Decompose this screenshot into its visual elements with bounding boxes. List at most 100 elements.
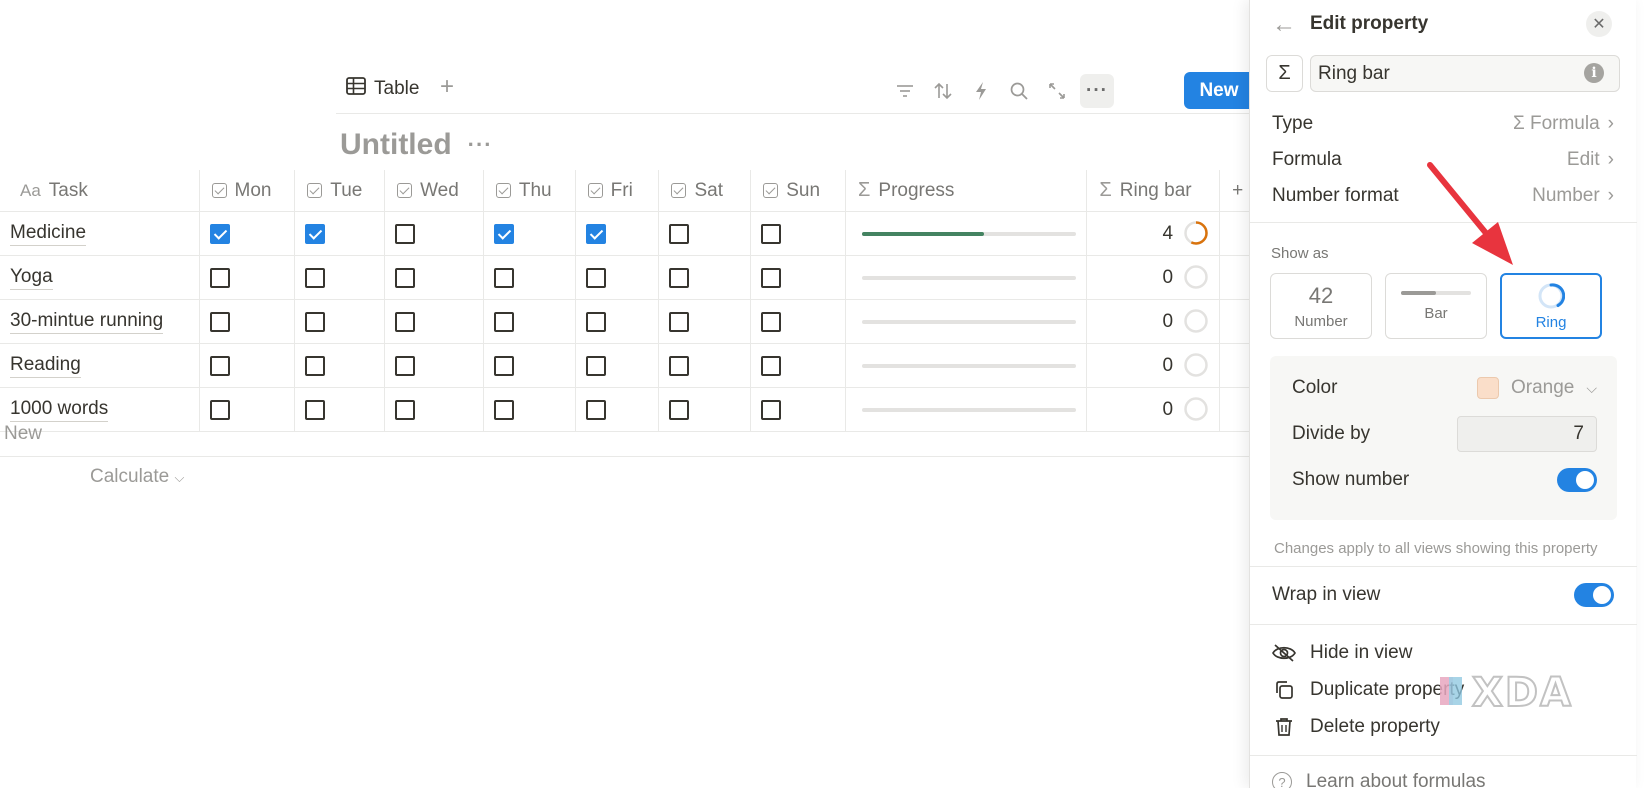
expand-icon[interactable] [1040, 74, 1074, 108]
color-label: Color [1292, 377, 1338, 398]
number-format-row[interactable]: Number format Number › [1272, 181, 1614, 211]
view-toolbar: Table + ··· New [336, 66, 1254, 114]
day-checkbox[interactable] [209, 399, 230, 420]
day-checkbox[interactable] [395, 223, 416, 244]
color-row[interactable]: Color Orange ⌵ [1292, 370, 1597, 406]
day-checkbox[interactable] [209, 267, 230, 288]
automation-icon[interactable] [964, 74, 998, 108]
database-title-area: Untitled ··· [340, 128, 493, 162]
day-checkbox[interactable] [669, 267, 690, 288]
new-row-button[interactable]: New [4, 423, 42, 445]
day-checkbox[interactable] [395, 399, 416, 420]
property-name-input[interactable] [1310, 55, 1620, 92]
back-arrow-icon[interactable]: ← [1272, 11, 1296, 39]
duplicate-property-button[interactable]: Duplicate property [1272, 675, 1464, 705]
day-checkbox[interactable] [209, 311, 230, 332]
day-checkbox[interactable] [493, 223, 514, 244]
more-options-icon[interactable]: ··· [1080, 74, 1114, 108]
tab-table-view[interactable]: Table [346, 76, 419, 102]
task-cell[interactable]: Reading [0, 344, 200, 387]
close-icon[interactable]: ✕ [1586, 11, 1612, 37]
show-number-toggle[interactable] [1557, 468, 1597, 492]
day-checkbox[interactable] [305, 267, 326, 288]
column-header-sun[interactable]: Sun [751, 170, 847, 211]
table-row: Medicine 4 [0, 212, 1250, 256]
day-checkbox[interactable] [761, 267, 782, 288]
day-checkbox[interactable] [585, 267, 606, 288]
hide-in-view-button[interactable]: Hide in view [1272, 638, 1412, 668]
task-cell[interactable]: 30-mintue running [0, 300, 200, 343]
day-checkbox[interactable] [669, 399, 690, 420]
ring-progress-icon [1184, 397, 1208, 421]
xda-logo-icon [1440, 673, 1466, 713]
day-cell [751, 388, 847, 431]
option-label: Number [1294, 312, 1348, 330]
day-checkbox[interactable] [761, 311, 782, 332]
day-checkbox[interactable] [669, 355, 690, 376]
day-checkbox[interactable] [761, 355, 782, 376]
day-checkbox[interactable] [493, 311, 514, 332]
ring-progress-icon [1184, 353, 1208, 377]
day-cell [484, 344, 576, 387]
day-checkbox[interactable] [669, 223, 690, 244]
title-menu-icon[interactable]: ··· [468, 132, 493, 158]
show-as-bar-option[interactable]: Bar [1385, 273, 1487, 339]
wrap-in-view-toggle[interactable] [1574, 583, 1614, 607]
table-row: Yoga 0 [0, 256, 1250, 300]
divide-by-row: Divide by 7 [1292, 416, 1597, 452]
day-checkbox[interactable] [585, 311, 606, 332]
show-as-ring-option[interactable]: Ring [1500, 273, 1602, 339]
column-header-task[interactable]: Aa Task [0, 170, 200, 211]
column-header-fri[interactable]: Fri [576, 170, 660, 211]
day-checkbox[interactable] [761, 399, 782, 420]
day-checkbox[interactable] [305, 311, 326, 332]
add-column-button[interactable]: + [1220, 170, 1250, 211]
day-checkbox[interactable] [493, 399, 514, 420]
column-header-mon[interactable]: Mon [200, 170, 296, 211]
type-row[interactable]: Type Σ Formula › [1272, 109, 1614, 139]
panel-title: Edit property [1310, 13, 1429, 34]
day-checkbox[interactable] [305, 355, 326, 376]
add-view-button[interactable]: + [440, 73, 454, 101]
column-header-progress[interactable]: Σ Progress [846, 170, 1088, 211]
show-as-number-option[interactable]: 42 Number [1270, 273, 1372, 339]
day-checkbox[interactable] [395, 267, 416, 288]
divide-by-input[interactable]: 7 [1457, 416, 1597, 452]
day-checkbox[interactable] [395, 355, 416, 376]
day-checkbox[interactable] [761, 223, 782, 244]
calculate-button[interactable]: Calculate ⌵ [90, 466, 184, 488]
property-type-icon-button[interactable]: Σ [1266, 55, 1303, 92]
day-checkbox[interactable] [305, 399, 326, 420]
column-header-tue[interactable]: Tue [295, 170, 386, 211]
task-cell[interactable]: Yoga [0, 256, 200, 299]
task-cell[interactable]: Medicine [0, 212, 200, 255]
ring-bar-cell: 4 [1087, 212, 1221, 255]
database-title[interactable]: Untitled [340, 128, 452, 162]
column-header-sat[interactable]: Sat [659, 170, 752, 211]
learn-formulas-link[interactable]: ? Learn about formulas [1272, 771, 1486, 788]
day-checkbox[interactable] [669, 311, 690, 332]
sort-icon[interactable] [926, 74, 960, 108]
search-icon[interactable] [1002, 74, 1036, 108]
day-cell [295, 388, 386, 431]
filter-icon[interactable] [888, 74, 922, 108]
day-cell [295, 300, 386, 343]
day-checkbox[interactable] [493, 267, 514, 288]
day-checkbox[interactable] [585, 399, 606, 420]
day-checkbox[interactable] [209, 355, 230, 376]
info-icon[interactable]: i [1584, 63, 1604, 83]
delete-property-button[interactable]: Delete property [1272, 712, 1440, 742]
formula-row[interactable]: Formula Edit › [1272, 145, 1614, 175]
day-checkbox[interactable] [585, 223, 606, 244]
day-checkbox[interactable] [395, 311, 416, 332]
day-checkbox[interactable] [585, 355, 606, 376]
day-checkbox[interactable] [493, 355, 514, 376]
column-header-ring-bar[interactable]: Σ Ring bar [1087, 170, 1221, 211]
day-checkbox[interactable] [305, 223, 326, 244]
new-button[interactable]: New [1184, 72, 1254, 109]
day-checkbox[interactable] [209, 223, 230, 244]
column-header-thu[interactable]: Thu [484, 170, 576, 211]
divider [1250, 624, 1637, 625]
column-header-wed[interactable]: Wed [385, 170, 484, 211]
number-preview: 42 [1308, 282, 1334, 308]
